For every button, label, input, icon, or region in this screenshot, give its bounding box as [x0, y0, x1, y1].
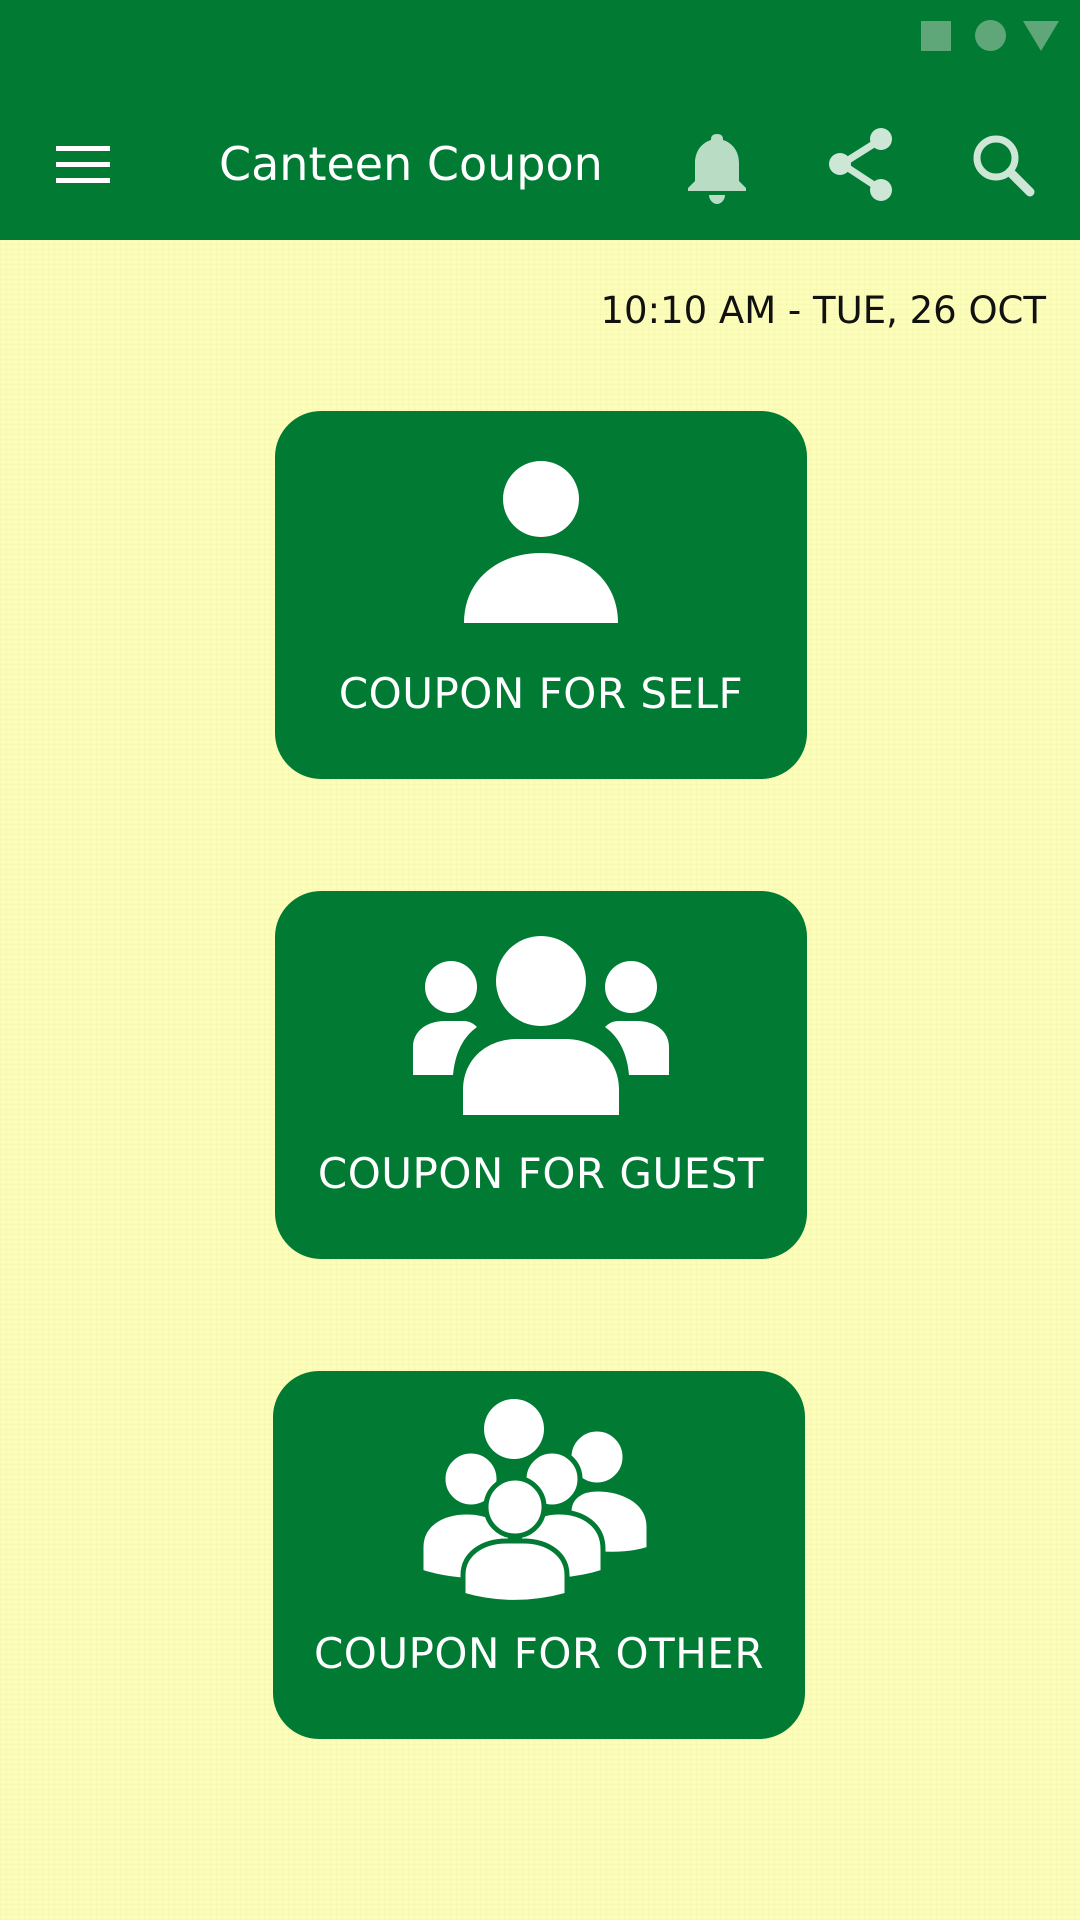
card-label: COUPON FOR OTHER [313, 1629, 765, 1678]
coupon-for-other-button[interactable]: COUPON FOR OTHER [273, 1371, 805, 1739]
datetime-label: 10:10 AM - TUE, 26 OCT [600, 289, 1046, 332]
triangle-icon [1023, 21, 1059, 51]
search-button[interactable] [964, 120, 1044, 208]
app-title: Canteen Coupon [219, 137, 603, 191]
card-label: COUPON FOR SELF [338, 669, 744, 718]
people-group-icon [419, 1399, 652, 1602]
menu-icon [56, 146, 110, 183]
coupon-for-self-button[interactable]: COUPON FOR SELF [275, 411, 807, 779]
person-icon [464, 461, 618, 623]
status-bar [0, 0, 1080, 70]
app-bar: Canteen Coupon [0, 70, 1080, 240]
search-icon [973, 135, 1035, 197]
group-icon [413, 936, 669, 1115]
menu-button[interactable] [40, 120, 128, 208]
share-icon [829, 128, 892, 201]
coupon-for-guest-button[interactable]: COUPON FOR GUEST [275, 891, 807, 1259]
bell-icon [688, 134, 746, 204]
square-icon [921, 21, 951, 51]
notifications-button[interactable] [680, 120, 754, 208]
card-label: COUPON FOR GUEST [317, 1149, 765, 1198]
circle-icon [975, 20, 1006, 51]
share-button[interactable] [822, 120, 902, 208]
